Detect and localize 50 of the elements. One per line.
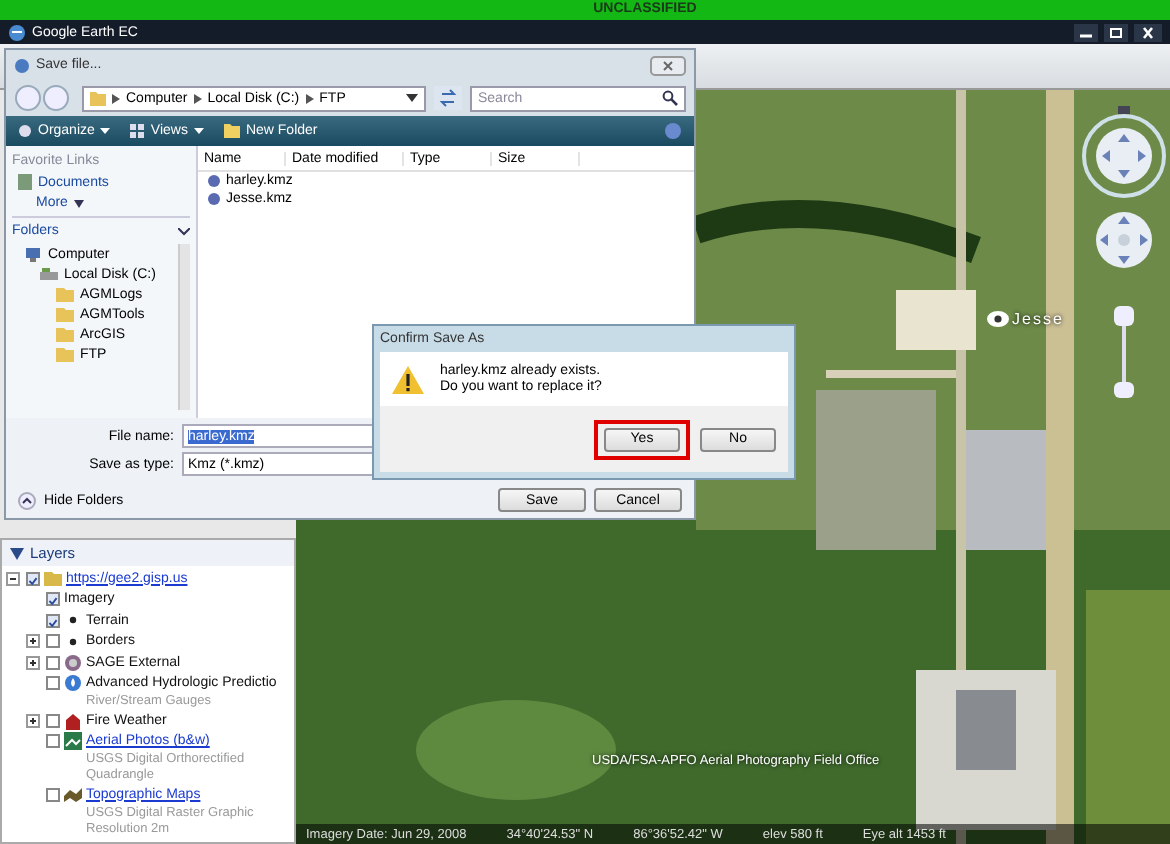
views-grid-icon <box>130 124 145 138</box>
collapse-arrow-icon[interactable] <box>18 491 36 509</box>
look-joystick-icon[interactable] <box>1082 106 1166 198</box>
expand-icon[interactable] <box>26 713 40 728</box>
scrollbar[interactable] <box>178 244 190 410</box>
house-icon <box>64 711 82 730</box>
layer-checkbox[interactable] <box>26 571 40 586</box>
organize-icon <box>18 124 32 138</box>
chevron-icon[interactable] <box>305 93 314 103</box>
layer-checkbox[interactable] <box>46 613 60 628</box>
droplet-icon <box>64 674 82 693</box>
expand-icon[interactable] <box>26 655 40 670</box>
close-icon[interactable] <box>1134 23 1162 41</box>
chevron-icon[interactable] <box>112 93 120 103</box>
restore-icon[interactable] <box>1104 23 1128 41</box>
building-roof <box>966 430 1046 550</box>
minimize-icon[interactable] <box>1074 23 1098 41</box>
warning-icon <box>392 365 424 393</box>
search-icon <box>662 90 678 106</box>
building-roof <box>896 290 976 350</box>
zoom-slider-icon[interactable] <box>1112 306 1136 398</box>
placemark-label[interactable]: Jesse <box>1012 310 1064 328</box>
chevron-icon[interactable] <box>73 199 84 207</box>
collapse-icon[interactable] <box>6 571 20 586</box>
dropdown-icon[interactable] <box>406 94 418 102</box>
layer-checkbox[interactable] <box>46 655 60 670</box>
dot-icon <box>64 612 82 629</box>
dropdown-icon <box>100 128 111 134</box>
layer-checkbox[interactable] <box>46 592 60 607</box>
placemark-icon[interactable] <box>986 310 1010 328</box>
computer-icon <box>24 246 42 262</box>
move-joystick-icon[interactable] <box>1094 210 1154 270</box>
dropdown-icon <box>193 128 204 134</box>
folder-icon <box>223 124 240 138</box>
map-icon <box>64 786 82 803</box>
expand-icon[interactable] <box>26 634 40 649</box>
photo-icon <box>64 732 82 751</box>
layer-checkbox[interactable] <box>46 634 60 649</box>
drive-icon <box>40 266 58 282</box>
layer-checkbox[interactable] <box>46 787 60 802</box>
chevron-icon[interactable] <box>193 93 202 103</box>
document-icon <box>18 174 32 190</box>
refresh-icon[interactable] <box>434 86 462 110</box>
layer-checkbox[interactable] <box>46 734 60 749</box>
folder-icon <box>44 570 62 587</box>
collapse-triangle-icon[interactable] <box>10 547 24 559</box>
layer-checkbox[interactable] <box>46 676 60 691</box>
layer-checkbox[interactable] <box>46 713 60 728</box>
dot-icon <box>64 633 82 650</box>
chevron-icon[interactable] <box>178 227 190 235</box>
